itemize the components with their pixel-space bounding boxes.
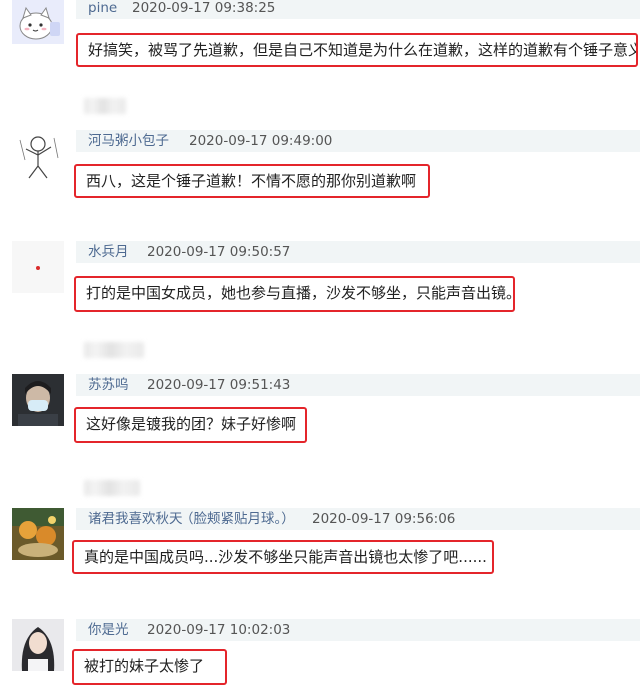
comment-meta: 诸君我喜欢秋天 （脸颊紧贴月球。） 2020-09-17 09:56:06 [76, 508, 640, 530]
masked-person-avatar[interactable] [12, 374, 64, 426]
comment-text: 真的是中国成员吗...沙发不够坐只能声音出镜也太惨了吧...... [72, 540, 494, 574]
blurred-reply-hint [84, 98, 126, 114]
timestamp: 2020-09-17 09:38:25 [132, 0, 276, 16]
username-link[interactable]: 诸君我喜欢秋天 [88, 508, 183, 530]
food-photo-avatar[interactable] [12, 508, 64, 560]
sketch-figure-avatar[interactable] [12, 130, 64, 182]
comment-meta: 水兵月 2020-09-17 09:50:57 [76, 241, 640, 263]
timestamp: 2020-09-17 09:51:43 [147, 377, 291, 393]
user-signature: （脸颊紧贴月球。） [180, 511, 295, 527]
username-link[interactable]: 水兵月 [88, 241, 129, 263]
username-link[interactable]: 你是光 [88, 619, 129, 641]
timestamp: 2020-09-17 10:02:03 [147, 622, 291, 638]
comment-text: 被打的妹子太惨了 [72, 649, 227, 685]
timestamp: 2020-09-17 09:50:57 [147, 244, 291, 260]
comment-meta: pine 2020-09-17 09:38:25 [76, 0, 640, 19]
comment-feed: pine 2020-09-17 09:38:25 好搞笑，被骂了先道歉，但是自己… [0, 0, 640, 691]
red-dot-avatar[interactable] [12, 241, 64, 293]
girl-portrait-avatar[interactable] [12, 619, 64, 671]
timestamp: 2020-09-17 09:49:00 [189, 133, 333, 149]
comment-text: 好搞笑，被骂了先道歉，但是自己不知道是为什么在道歉，这样的道歉有个锤子意义 [76, 33, 638, 67]
comment-meta: 河马粥小包子 2020-09-17 09:49:00 [76, 130, 640, 152]
comment-text: 西八，这是个锤子道歉！不情不愿的那你别道歉啊 [74, 164, 430, 198]
username-link[interactable]: pine [88, 0, 117, 19]
comment-meta: 你是光 2020-09-17 10:02:03 [76, 619, 640, 641]
comment-text: 打的是中国女成员，她也参与直播，沙发不够坐，只能声音出镜。 [74, 276, 515, 312]
timestamp: 2020-09-17 09:56:06 [312, 511, 456, 527]
cartoon-cat-avatar[interactable] [12, 0, 64, 44]
blurred-reply-hint [84, 480, 140, 496]
blurred-reply-hint [84, 342, 144, 358]
username-link[interactable]: 河马粥小包子 [88, 130, 169, 152]
comment-meta: 苏苏呜 2020-09-17 09:51:43 [76, 374, 640, 396]
comment-text: 这好像是镀我的团？妹子好惨啊 [74, 407, 307, 443]
username-link[interactable]: 苏苏呜 [88, 374, 129, 396]
